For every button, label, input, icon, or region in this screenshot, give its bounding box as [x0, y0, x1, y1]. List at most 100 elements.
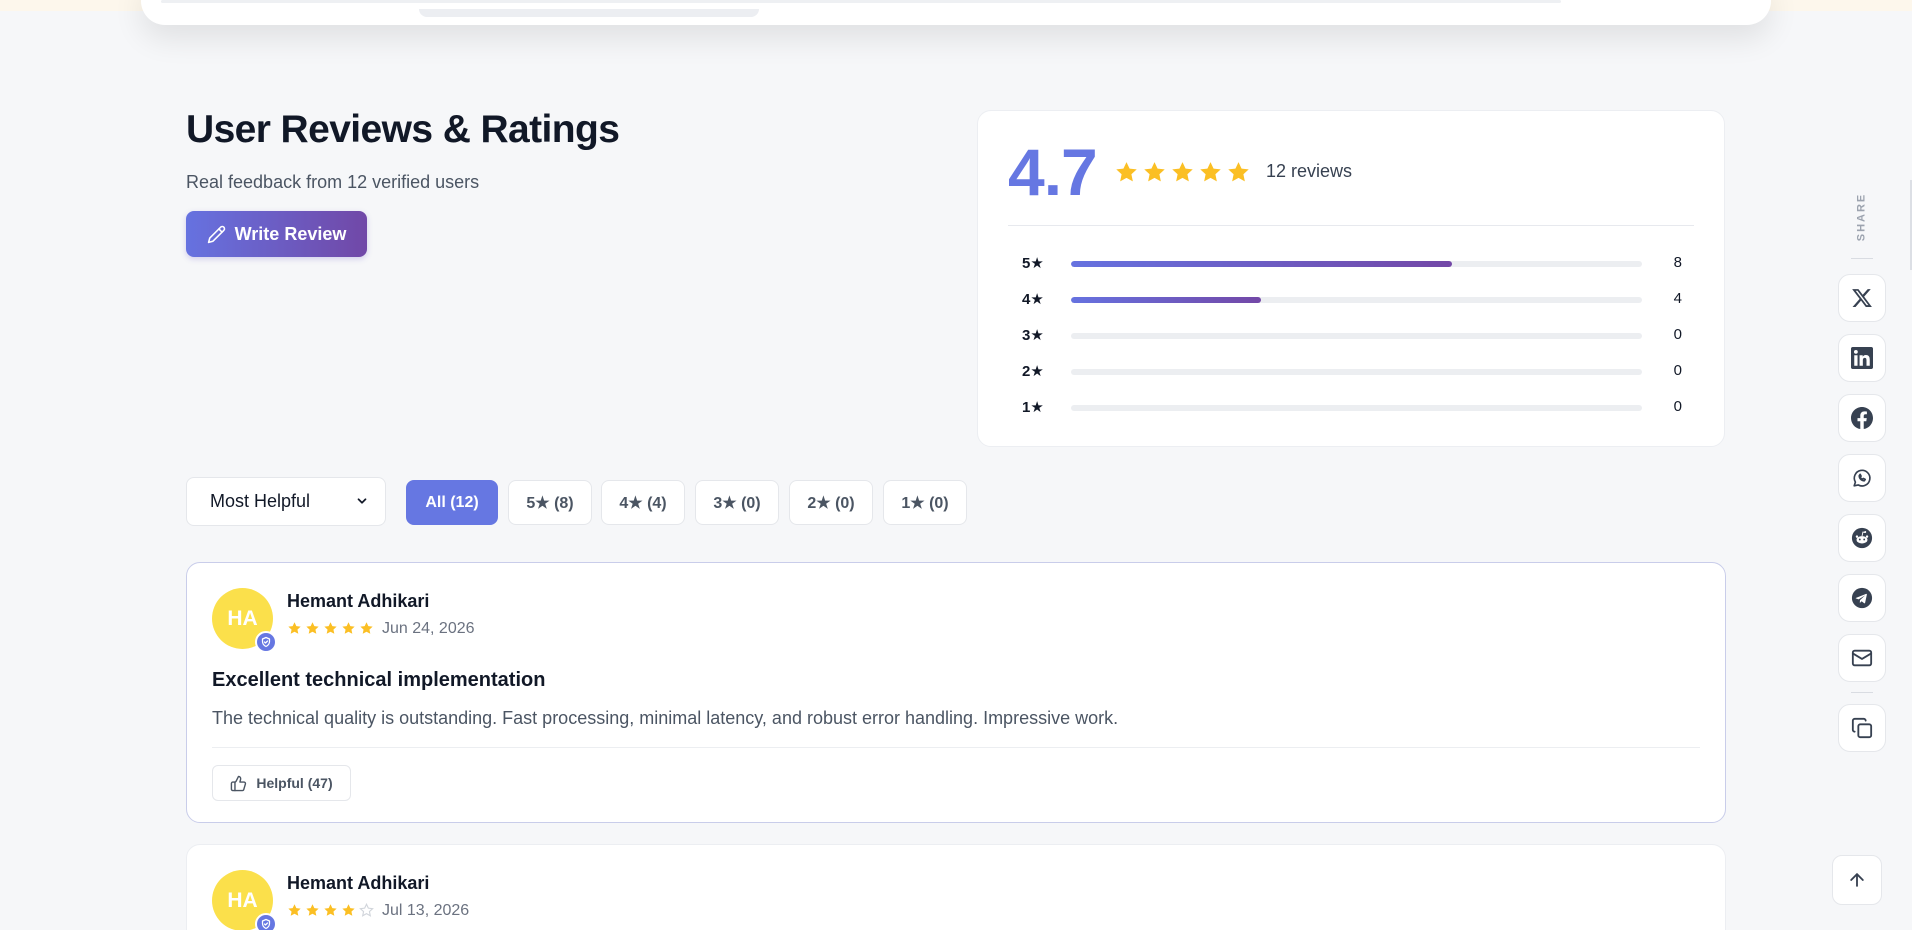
filter-chip-2-star[interactable]: 2★ (0) [789, 480, 873, 525]
review-card: HA Hemant Adhikari Jun 24, 2026 Excellen… [186, 562, 1726, 823]
rating-distribution-row: 5★ 8 [1022, 253, 1682, 273]
distribution-label: 2★ [1022, 363, 1044, 380]
star-icon [1144, 162, 1165, 182]
share-x-button[interactable] [1838, 274, 1886, 322]
avatar: HA [212, 588, 277, 653]
star-outline-icon [359, 903, 374, 917]
star-icon [342, 622, 355, 634]
top-panel [141, 0, 1771, 25]
review-date: Jul 13, 2026 [382, 902, 470, 919]
linkedin-icon [1851, 347, 1873, 369]
review-stars [287, 903, 374, 918]
helpful-label: Helpful (47) [256, 775, 333, 791]
star-icon [342, 904, 355, 916]
share-facebook-button[interactable] [1838, 394, 1886, 442]
filter-chip-1-star[interactable]: 1★ (0) [883, 480, 967, 525]
rating-distribution-row: 4★ 4 [1022, 289, 1682, 309]
email-icon [1851, 649, 1873, 667]
chevron-down-icon [357, 498, 367, 504]
star-icon [1200, 162, 1221, 182]
distribution-bar [1071, 369, 1642, 375]
distribution-count: 4 [1673, 290, 1682, 307]
facebook-icon [1851, 407, 1873, 429]
distribution-fill [1071, 261, 1452, 267]
distribution-count: 0 [1673, 398, 1682, 415]
x-icon [1852, 289, 1872, 307]
share-whatsapp-button[interactable] [1838, 454, 1886, 502]
filter-chip-3-star[interactable]: 3★ (0) [695, 480, 779, 525]
distribution-label: 3★ [1022, 327, 1044, 344]
sort-select[interactable]: Most Helpful [186, 477, 386, 526]
rating-distribution-row: 1★ 0 [1022, 397, 1682, 417]
write-review-label: Write Review [234, 223, 347, 244]
rating-distribution-row: 2★ 0 [1022, 361, 1682, 381]
average-stars [1114, 160, 1251, 185]
share-email-button[interactable] [1838, 634, 1886, 682]
rating-distribution-row: 3★ 0 [1022, 325, 1682, 345]
verified-badge [255, 913, 277, 930]
write-review-button[interactable]: Write Review [186, 211, 367, 257]
star-icon [324, 904, 337, 916]
review-count: 12 reviews [1266, 161, 1353, 181]
copy-link-icon [1851, 717, 1873, 739]
star-icon [1116, 162, 1137, 182]
star-icon [306, 904, 319, 916]
star-icon [360, 622, 373, 634]
share-divider [1851, 258, 1873, 259]
rating-summary-card: 4.7 12 reviews 5★ 8 4★ 4 3★ 0 2★ 0 1★ 0 [977, 110, 1725, 447]
telegram-icon [1851, 587, 1873, 609]
review-date: Jun 24, 2026 [382, 620, 475, 637]
page-subtitle: Real feedback from 12 verified users [186, 172, 480, 192]
share-linkedin-button[interactable] [1838, 334, 1886, 382]
distribution-count: 8 [1673, 254, 1682, 271]
reddit-icon [1851, 527, 1873, 549]
distribution-label: 1★ [1022, 399, 1044, 416]
thumbs-up-icon [231, 775, 247, 791]
share-reddit-button[interactable] [1838, 514, 1886, 562]
star-icon [1228, 162, 1249, 182]
sort-select-value: Most Helpful [210, 491, 311, 511]
distribution-count: 0 [1673, 362, 1682, 379]
verified-badge [255, 631, 277, 653]
shield-check-icon [261, 636, 271, 648]
pencil-icon [207, 225, 225, 243]
share-divider [1851, 692, 1873, 693]
shield-check-icon [261, 918, 271, 930]
avatar: HA [212, 870, 277, 930]
distribution-bar [1071, 297, 1642, 303]
filter-chip-all[interactable]: All (12) [406, 480, 498, 525]
review-stars [287, 621, 374, 636]
distribution-label: 5★ [1022, 255, 1044, 272]
distribution-bar [1071, 333, 1642, 339]
share-telegram-button[interactable] [1838, 574, 1886, 622]
review-divider [212, 747, 1700, 748]
arrow-up-icon [1850, 873, 1864, 887]
star-icon [324, 622, 337, 634]
star-icon [288, 622, 301, 634]
review-author: Hemant Adhikari [287, 591, 430, 611]
distribution-fill [1071, 297, 1262, 303]
filter-chip-5-star[interactable]: 5★ (8) [508, 480, 592, 525]
star-icon [1172, 162, 1193, 182]
helpful-button[interactable]: Helpful (47) [212, 765, 351, 801]
summary-divider [1008, 225, 1694, 226]
share-label: SHARE [1854, 192, 1868, 242]
whatsapp-icon [1853, 469, 1871, 487]
share-label-text: SHARE [1855, 192, 1868, 242]
top-panel-tab [419, 9, 759, 17]
back-to-top-button[interactable] [1832, 855, 1882, 905]
page-title: User Reviews & Ratings [186, 108, 620, 151]
avatar-initials: HA [227, 888, 258, 912]
avatar-initials: HA [227, 606, 258, 630]
star-icon [288, 904, 301, 916]
star-icon [306, 622, 319, 634]
filter-chip-4-star[interactable]: 4★ (4) [601, 480, 685, 525]
review-title: Excellent technical implementation [212, 669, 546, 691]
review-body: The technical quality is outstanding. Fa… [212, 708, 1119, 728]
distribution-label: 4★ [1022, 291, 1044, 308]
distribution-bar [1071, 405, 1642, 411]
distribution-count: 0 [1673, 326, 1682, 343]
average-rating: 4.7 [1008, 135, 1098, 209]
top-panel-track [161, 0, 1561, 3]
copy-link-button[interactable] [1838, 704, 1886, 752]
